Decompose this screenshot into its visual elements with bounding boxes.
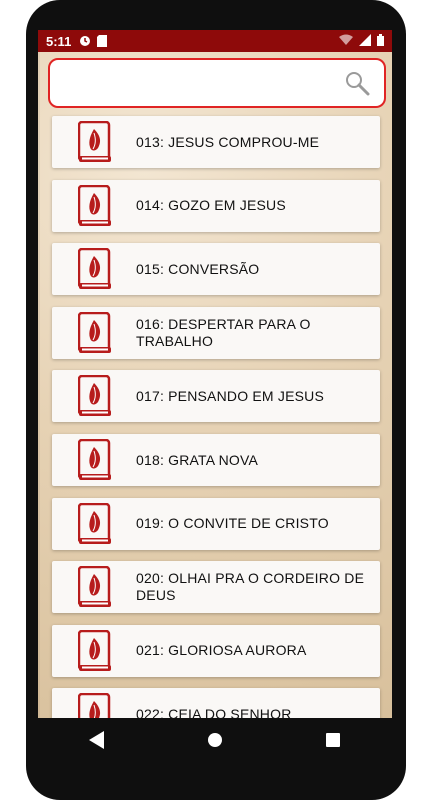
app-screen: 5:11 013: JESUS COMPROU-ME 014: GOZO EM … [38, 30, 392, 718]
search-icon[interactable] [344, 70, 370, 96]
hymnal-book-icon [78, 311, 111, 353]
hymnal-book-icon [78, 121, 111, 162]
hymnal-book-icon [78, 693, 111, 718]
home-icon [208, 733, 222, 747]
search-input[interactable] [48, 58, 386, 108]
hymn-title: 015: CONVERSÃO [136, 260, 260, 277]
hymn-title: 013: JESUS COMPROU-ME [136, 133, 320, 150]
hymn-list-item[interactable]: 022: CEIA DO SENHOR [52, 688, 380, 718]
sync-icon [80, 36, 91, 46]
back-icon [89, 731, 104, 749]
signal-icon [359, 34, 371, 46]
back-button[interactable] [84, 727, 110, 753]
hymn-title: 014: GOZO EM JESUS [136, 197, 286, 214]
hymn-title: 016: DESPERTAR PARA O TRABALHO [136, 315, 311, 349]
recents-button[interactable] [320, 727, 346, 753]
hymn-list-item[interactable]: 015: CONVERSÃO [52, 243, 380, 296]
hymnal-book-icon [78, 248, 111, 290]
battery-icon [377, 34, 384, 46]
hymn-title: 018: GRATA NOVA [136, 451, 259, 468]
hymn-list-item[interactable]: 021: GLORIOSA AURORA [52, 624, 380, 677]
wifi-icon [339, 34, 353, 45]
hymnal-book-icon [78, 566, 111, 608]
hymn-title: 022: CEIA DO SENHOR [136, 705, 292, 718]
status-bar: 5:11 [38, 30, 392, 52]
hymnal-book-icon [78, 439, 111, 480]
status-time: 5:11 [46, 33, 72, 49]
sd-card-icon [97, 35, 108, 47]
hymn-list-item[interactable]: 013: JESUS COMPROU-ME [52, 116, 380, 168]
hymn-list-item[interactable]: 020: OLHAI PRA O CORDEIRO DE DEUS [52, 561, 380, 614]
hymn-title: 021: GLORIOSA AURORA [136, 642, 307, 659]
recents-icon [326, 733, 340, 747]
hymnal-book-icon [78, 629, 111, 671]
hymn-list-item[interactable]: 014: GOZO EM JESUS [52, 179, 380, 232]
hymnal-book-icon [78, 502, 111, 544]
hymn-list-item[interactable]: 016: DESPERTAR PARA O TRABALHO [52, 306, 380, 359]
hymn-title: 017: PENSANDO EM JESUS [136, 387, 325, 404]
hymn-list-item[interactable]: 017: PENSANDO EM JESUS [52, 370, 380, 423]
hymnal-book-icon [78, 375, 111, 417]
nav-bar [38, 718, 392, 762]
home-button[interactable] [202, 727, 228, 753]
hymnal-book-icon [78, 184, 111, 226]
hymn-title: 019: O CONVITE DE CRISTO [136, 515, 329, 532]
hymn-list-item[interactable]: 019: O CONVITE DE CRISTO [52, 497, 380, 550]
hymn-title: 020: OLHAI PRA O CORDEIRO DE DEUS [136, 570, 365, 604]
hymn-list-item[interactable]: 018: GRATA NOVA [52, 434, 380, 486]
